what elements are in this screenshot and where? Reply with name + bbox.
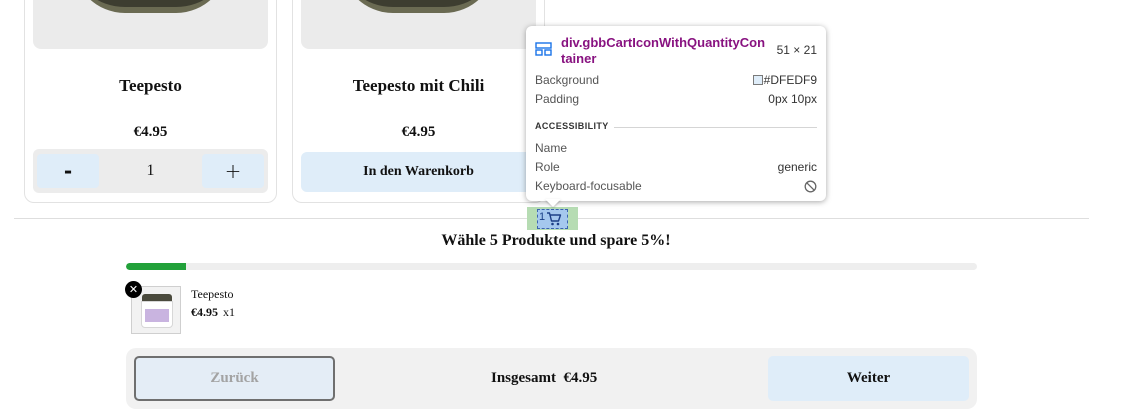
bundle-item-name: Teepesto: [191, 287, 234, 301]
inspector-row-keyboard-focusable: Keyboard-focusable: [535, 179, 817, 195]
row-value: generic: [777, 160, 817, 174]
product-price: €4.95: [401, 124, 436, 140]
inspector-row-padding: Padding 0px 10px: [535, 92, 817, 108]
product-image[interactable]: [301, 0, 536, 49]
bundle-progress-bar: [126, 263, 977, 270]
cart-icon-with-quantity[interactable]: 1: [527, 207, 578, 230]
bundle-progress-fill: [126, 263, 186, 270]
row-key: Padding: [535, 92, 580, 106]
remove-item-button[interactable]: ✕: [125, 281, 142, 298]
product-title: Teepesto: [119, 76, 182, 95]
color-swatch: [752, 75, 763, 85]
inspector-tooltip-arrow: [545, 199, 561, 207]
quantity-stepper: - 1 +: [33, 149, 268, 193]
row-key: Background: [535, 73, 600, 87]
cart-quantity: 1: [539, 211, 546, 223]
bundle-promo-text: Wähle 5 Produkte und spare 5%!: [441, 232, 671, 249]
product-card: Teepesto mit Chili €4.95 In den Warenkor…: [292, 0, 545, 203]
product-card: Teepesto €4.95 - 1 +: [24, 0, 277, 203]
bundle-total: Insgesamt €4.95: [491, 370, 597, 387]
accessibility-section-title: ACCESSIBILITY: [535, 121, 609, 131]
increase-quantity-button[interactable]: +: [202, 154, 264, 188]
cart-icon: [547, 212, 562, 226]
cart-icon-container[interactable]: 1: [537, 209, 568, 229]
inspector-selector: div.gbbCartIconWithQuantityContainer: [561, 35, 766, 66]
row-key: Name: [535, 141, 568, 155]
product-price: €4.95: [133, 124, 168, 140]
inspector-row-name: Name: [535, 141, 817, 157]
inspector-row-role: Role generic: [535, 160, 817, 176]
row-value: #DFEDF9: [752, 73, 817, 87]
inspector-size: 51 × 21: [776, 43, 817, 57]
not-focusable-icon: [804, 180, 817, 193]
layout-grid-icon: [535, 42, 552, 56]
row-key: Keyboard-focusable: [535, 179, 642, 193]
row-value: 0px 10px: [768, 92, 817, 106]
bundle-footer: Zurück Insgesamt €4.95 Weiter: [126, 348, 977, 409]
inspector-tooltip: div.gbbCartIconWithQuantityContainer 51 …: [526, 26, 826, 201]
total-value: €4.95: [563, 370, 598, 386]
total-label: Insgesamt: [491, 370, 557, 386]
section-divider: [614, 127, 817, 128]
product-image[interactable]: [33, 0, 268, 49]
bundle-item-quantity: x1: [223, 305, 235, 319]
next-button[interactable]: Weiter: [768, 356, 969, 401]
add-to-cart-button[interactable]: In den Warenkorb: [301, 152, 536, 192]
product-title: Teepesto mit Chili: [352, 76, 485, 95]
row-key: Role: [535, 160, 560, 174]
bundle-item-price: €4.95: [191, 305, 218, 319]
back-button[interactable]: Zurück: [134, 356, 335, 401]
inspector-row-background: Background #DFEDF9: [535, 73, 817, 89]
